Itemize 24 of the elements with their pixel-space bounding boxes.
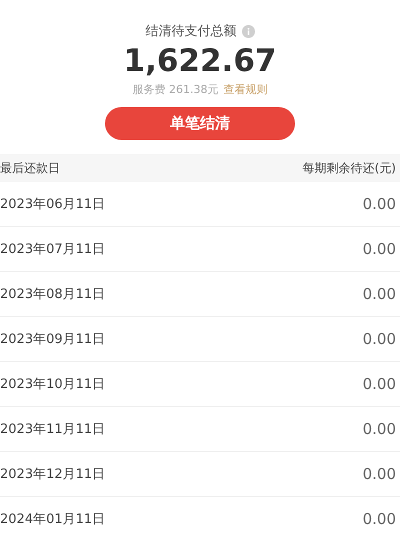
due-date: 2023年11月11日: [0, 421, 106, 438]
remaining-amount: 0.00: [362, 285, 396, 303]
due-date: 2023年06月11日: [0, 196, 106, 213]
remaining-amount: 0.00: [362, 240, 396, 258]
remaining-amount: 0.00: [362, 510, 396, 528]
remaining-amount: 0.00: [362, 465, 396, 483]
due-date: 2023年07月11日: [0, 241, 106, 258]
due-date: 2023年10月11日: [0, 376, 106, 393]
due-date: 2023年12月11日: [0, 466, 106, 483]
due-date: 2024年01月11日: [0, 511, 106, 528]
total-label: 结清待支付总额: [146, 23, 236, 40]
column-header: 每期剩余待还(元): [302, 160, 396, 176]
info-icon[interactable]: [242, 24, 254, 38]
view-rules-link[interactable]: 查看规则: [224, 82, 268, 97]
column-header: 最后还款日: [0, 160, 60, 176]
total-amount: 1,622.67: [124, 42, 276, 80]
due-date: 2023年08月11日: [0, 286, 106, 303]
remaining-amount: 0.00: [362, 195, 396, 213]
settle-button[interactable]: 单笔结清: [105, 107, 295, 140]
service-fee: 服务费 261.38元: [132, 82, 218, 97]
remaining-amount: 0.00: [362, 375, 396, 393]
remaining-amount: 0.00: [362, 420, 396, 438]
due-date: 2023年09月11日: [0, 331, 106, 348]
remaining-amount: 0.00: [362, 330, 396, 348]
